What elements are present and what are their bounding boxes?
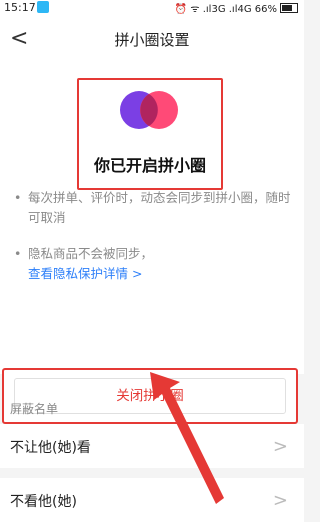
status-time: 15:17 — [4, 1, 36, 14]
status-indicators: ⏰ ᯤ .ıl3G .ıl4G 66% — [175, 1, 298, 15]
tip-item: • 隐私商品不会被同步， 查看隐私保护详情 > — [14, 244, 298, 284]
app-notification-icon — [37, 1, 49, 13]
blocklist-section-title: 屏蔽名单 — [10, 402, 59, 416]
pinxiaoquan-logo-icon — [120, 91, 178, 129]
settings-card: 你已开启拼小圈 • 每次拼单、评价时，动态会同步到拼小圈，随时可取消 • 隐私商… — [0, 64, 304, 424]
list-item-label: 不让他(她)看 — [10, 440, 91, 456]
chevron-right-icon: > — [272, 436, 288, 457]
nav-bar: < 拼小圈设置 — [0, 16, 304, 64]
pinxiaoquan-status-box: 你已开启拼小圈 — [77, 78, 223, 190]
tip-item: • 每次拼单、评价时，动态会同步到拼小圈，随时可取消 — [14, 188, 298, 228]
page-title: 拼小圈设置 — [114, 31, 190, 49]
tip-text: 隐私商品不会被同步， — [28, 246, 154, 261]
bullet-icon: • — [14, 246, 22, 261]
status-indicators-text: ⏰ ᯤ .ıl3G .ıl4G 66% — [174, 4, 277, 15]
privacy-details-link[interactable]: 查看隐私保护详情 > — [28, 264, 298, 284]
status-bar: 15:17 ⏰ ᯤ .ıl3G .ıl4G 66% — [0, 0, 304, 16]
list-item-label: 不看他(她) — [10, 494, 77, 510]
bullet-icon: • — [14, 190, 22, 205]
tip-text: 每次拼单、评价时，动态会同步到拼小圈，随时可取消 — [28, 190, 291, 225]
pinxiaoquan-enabled-text: 你已开启拼小圈 — [93, 156, 206, 175]
annotation-arrow-icon — [150, 372, 224, 504]
chevron-right-icon: > — [272, 490, 288, 511]
battery-icon — [280, 3, 298, 13]
